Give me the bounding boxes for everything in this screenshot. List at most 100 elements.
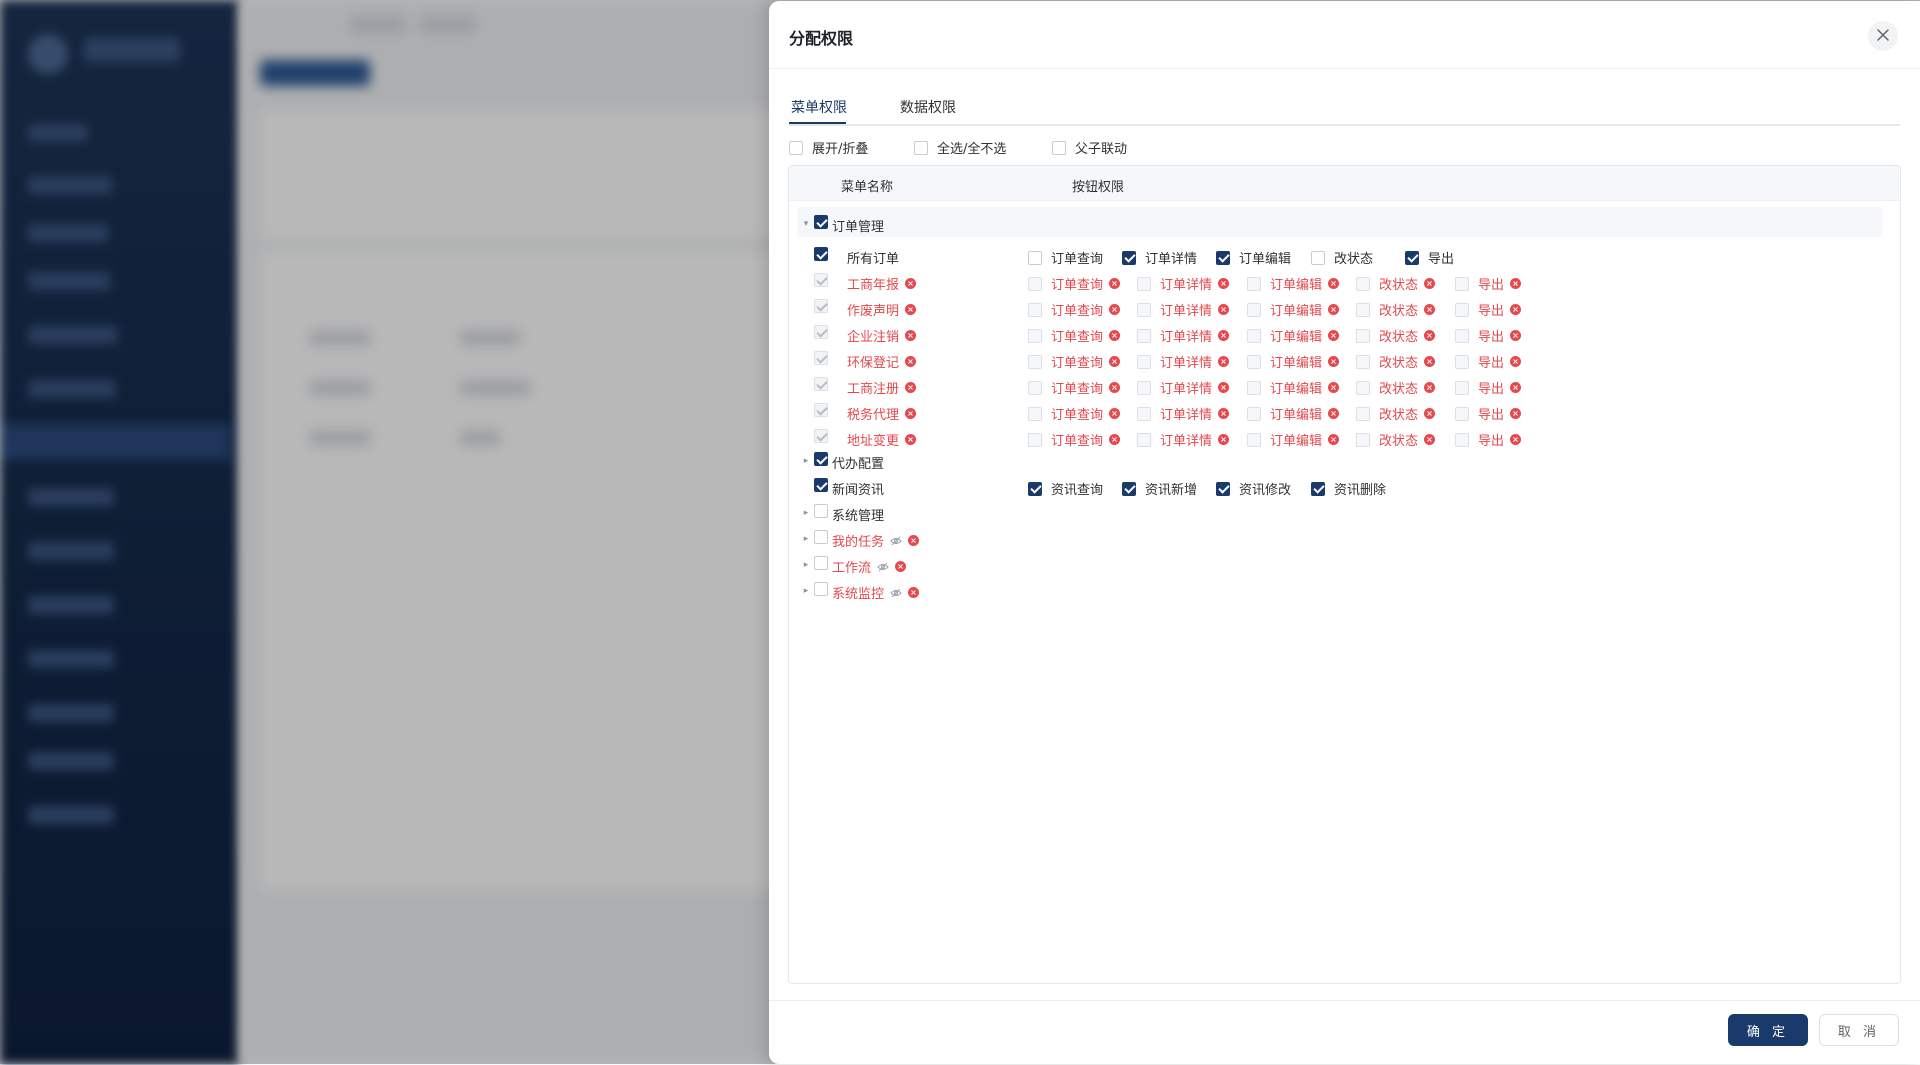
button-permission-option[interactable]: 改状态 ×: [1356, 326, 1436, 345]
expand-collapse-toggle[interactable]: 展开/折叠: [789, 138, 868, 157]
menu-checkbox[interactable]: [814, 530, 828, 544]
tree-child-row[interactable]: 企业注销 × 订单查询 × 订单详情 × 订单编辑 × 改状态 × 导出 ×: [789, 321, 1900, 347]
button-permission-option[interactable]: 改状态 ×: [1356, 274, 1436, 293]
button-permission-option[interactable]: 订单查询 ×: [1028, 430, 1121, 449]
menu-checkbox[interactable]: [814, 247, 828, 261]
button-permission-checkbox[interactable]: [1311, 481, 1325, 496]
button-permission-option[interactable]: 资讯查询: [1028, 479, 1103, 498]
button-permission-checkbox[interactable]: [1122, 250, 1136, 265]
button-permission-checkbox[interactable]: [1311, 250, 1325, 265]
button-permission-checkbox: [1247, 432, 1261, 447]
menu-label: 企业注销 ×: [847, 326, 917, 345]
button-permission-option[interactable]: 订单详情 ×: [1137, 404, 1230, 423]
button-permission-option[interactable]: 资讯删除: [1311, 479, 1386, 498]
button-permission-option[interactable]: 订单详情 ×: [1137, 300, 1230, 319]
button-permission-option[interactable]: 订单查询 ×: [1028, 326, 1121, 345]
caret-right-icon[interactable]: ▸: [800, 526, 812, 552]
error-x-icon: ×: [895, 561, 907, 572]
tab-data-permission[interactable]: 数据权限: [900, 97, 956, 117]
button-permission-option[interactable]: 订单查询 ×: [1028, 352, 1121, 371]
button-permission-option[interactable]: 导出 ×: [1455, 326, 1522, 345]
button-permission-option[interactable]: 改状态 ×: [1356, 430, 1436, 449]
button-permission-option[interactable]: 导出 ×: [1455, 404, 1522, 423]
button-permission-option[interactable]: 订单编辑 ×: [1247, 404, 1340, 423]
button-permission-option[interactable]: 导出 ×: [1455, 378, 1522, 397]
button-permission-option[interactable]: 导出 ×: [1455, 300, 1522, 319]
button-permission-option[interactable]: 订单详情: [1122, 248, 1197, 267]
error-x-icon: ×: [1510, 434, 1522, 445]
tree-node-row[interactable]: 新闻资讯 资讯查询 资讯新增 资讯修改 资讯删除: [789, 474, 1900, 500]
tree-node-row[interactable]: ▸ 系统管理: [789, 500, 1900, 526]
menu-label-text: 代办配置: [832, 457, 885, 472]
button-permission-option[interactable]: 改状态 ×: [1356, 300, 1436, 319]
menu-checkbox[interactable]: [814, 504, 828, 518]
tree-child-row[interactable]: 作废声明 × 订单查询 × 订单详情 × 订单编辑 × 改状态 × 导出 ×: [789, 295, 1900, 321]
button-permission-checkbox[interactable]: [1122, 481, 1136, 496]
confirm-button[interactable]: 确 定: [1728, 1014, 1808, 1046]
button-permission-option[interactable]: 订单编辑 ×: [1247, 352, 1340, 371]
button-permission-option[interactable]: 订单详情 ×: [1137, 326, 1230, 345]
menu-checkbox[interactable]: [814, 215, 828, 229]
tree-node-row[interactable]: ▸ 系统监控 ×: [789, 578, 1900, 604]
button-permission-option[interactable]: 导出 ×: [1455, 430, 1522, 449]
tree-child-row[interactable]: 工商注册 × 订单查询 × 订单详情 × 订单编辑 × 改状态 × 导出 ×: [789, 373, 1900, 399]
tree-child-row[interactable]: 工商年报 × 订单查询 × 订单详情 × 订单编辑 × 改状态 × 导出 ×: [789, 269, 1900, 295]
button-permission-option[interactable]: 导出 ×: [1455, 274, 1522, 293]
button-permission-option[interactable]: 改状态 ×: [1356, 352, 1436, 371]
menu-checkbox[interactable]: [814, 478, 828, 492]
button-permission-option[interactable]: 订单查询: [1028, 248, 1103, 267]
button-permission-option[interactable]: 资讯修改: [1216, 479, 1291, 498]
caret-down-icon[interactable]: ▾: [800, 211, 812, 237]
tree-node-row[interactable]: ▸ 我的任务 ×: [789, 526, 1900, 552]
button-permission-option[interactable]: 订单查询 ×: [1028, 404, 1121, 423]
expand-collapse-checkbox[interactable]: [789, 140, 803, 155]
button-permission-option[interactable]: 订单详情 ×: [1137, 378, 1230, 397]
button-permission-checkbox[interactable]: [1028, 481, 1042, 496]
menu-checkbox[interactable]: [814, 452, 828, 466]
button-permission-option[interactable]: 订单详情 ×: [1137, 274, 1230, 293]
button-permission-option[interactable]: 订单详情 ×: [1137, 430, 1230, 449]
close-button[interactable]: [1868, 21, 1898, 51]
caret-right-icon[interactable]: ▸: [800, 578, 812, 604]
button-permission-option[interactable]: 订单查询 ×: [1028, 300, 1121, 319]
select-all-toggle[interactable]: 全选/全不选: [914, 138, 1006, 157]
menu-checkbox[interactable]: [814, 582, 828, 596]
button-permission-option[interactable]: 订单查询 ×: [1028, 378, 1121, 397]
button-permission-option[interactable]: 资讯新增: [1122, 479, 1197, 498]
caret-right-icon[interactable]: ▸: [800, 552, 812, 578]
caret-right-icon[interactable]: ▸: [800, 448, 812, 474]
tree-node-row[interactable]: ▸ 工作流 ×: [789, 552, 1900, 578]
button-permission-option[interactable]: 订单编辑: [1216, 248, 1291, 267]
parent-child-link-checkbox[interactable]: [1052, 140, 1066, 155]
cancel-button[interactable]: 取 消: [1819, 1014, 1899, 1046]
tree-child-row[interactable]: 税务代理 × 订单查询 × 订单详情 × 订单编辑 × 改状态 × 导出 ×: [789, 399, 1900, 425]
tree-child-row[interactable]: 所有订单 订单查询 订单详情 订单编辑 改状态 导出: [789, 243, 1900, 269]
button-permission-checkbox[interactable]: [1405, 250, 1419, 265]
menu-label: 所有订单: [847, 248, 899, 267]
select-all-checkbox[interactable]: [914, 140, 928, 155]
tree-child-row[interactable]: 环保登记 × 订单查询 × 订单详情 × 订单编辑 × 改状态 × 导出 ×: [789, 347, 1900, 373]
button-permission-checkbox[interactable]: [1028, 250, 1042, 265]
button-permission-option[interactable]: 订单详情 ×: [1137, 352, 1230, 371]
button-permission-option[interactable]: 改状态 ×: [1356, 378, 1436, 397]
menu-checkbox[interactable]: [814, 556, 828, 570]
button-permission-option[interactable]: 订单编辑 ×: [1247, 430, 1340, 449]
button-permission-option[interactable]: 订单编辑 ×: [1247, 326, 1340, 345]
error-x-icon: ×: [905, 330, 917, 341]
tab-menu-permission[interactable]: 菜单权限: [791, 97, 847, 117]
parent-child-link-toggle[interactable]: 父子联动: [1052, 138, 1127, 157]
tree-node-row[interactable]: ▾ 订单管理: [797, 207, 1883, 237]
button-permission-checkbox[interactable]: [1216, 250, 1230, 265]
button-permission-option[interactable]: 改状态 ×: [1356, 404, 1436, 423]
button-permission-option[interactable]: 改状态: [1311, 248, 1373, 267]
tree-node-row[interactable]: ▸ 代办配置: [789, 448, 1900, 474]
button-permission-checkbox[interactable]: [1216, 481, 1230, 496]
button-permission-option[interactable]: 订单编辑 ×: [1247, 378, 1340, 397]
button-permission-option[interactable]: 订单编辑 ×: [1247, 300, 1340, 319]
button-permission-option[interactable]: 订单查询 ×: [1028, 274, 1121, 293]
button-permission-option[interactable]: 导出 ×: [1455, 352, 1522, 371]
button-permission-option[interactable]: 订单编辑 ×: [1247, 274, 1340, 293]
error-x-icon: ×: [1109, 408, 1121, 419]
button-permission-option[interactable]: 导出: [1405, 248, 1454, 267]
caret-right-icon[interactable]: ▸: [800, 500, 812, 526]
